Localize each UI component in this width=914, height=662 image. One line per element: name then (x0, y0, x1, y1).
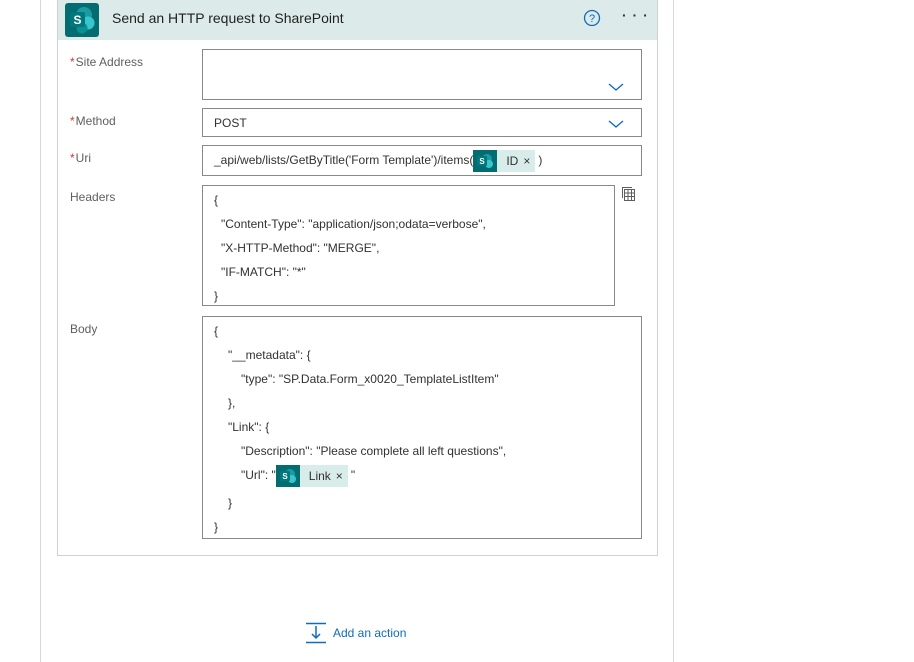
body-line: "__metadata": { (228, 348, 311, 362)
required-mark: * (70, 114, 75, 128)
body-input[interactable]: { "__metadata": { "type": "SP.Data.Form_… (202, 316, 642, 539)
body-line: "Url": " (241, 468, 276, 482)
add-action-label: Add an action (333, 626, 407, 640)
headers-input[interactable]: { "Content-Type": "application/json;odat… (202, 185, 615, 306)
body-line: }, (228, 396, 236, 410)
link-token[interactable]: S Link × (275, 464, 348, 487)
svg-text:S: S (480, 157, 486, 166)
body-line: "type": "SP.Data.Form_x0020_TemplateList… (241, 372, 499, 386)
body-label: Body (70, 322, 98, 336)
headers-line: } (214, 289, 219, 303)
canvas-left-border (40, 0, 41, 662)
svg-text:?: ? (589, 13, 595, 25)
headers-label: Headers (70, 190, 116, 204)
method-label-text: Method (75, 114, 116, 128)
body-line: { (214, 324, 219, 338)
site-address-dropdown[interactable] (202, 49, 642, 100)
canvas-right-border (673, 0, 674, 662)
uri-suffix: ) (538, 153, 543, 167)
sharepoint-icon: S (65, 3, 99, 37)
uri-label-text: Uri (75, 151, 91, 165)
headers-line: "X-HTTP-Method": "MERGE", (221, 241, 380, 255)
close-icon[interactable]: × (336, 465, 348, 487)
headers-line: { (214, 193, 219, 207)
site-address-label: *Site Address (70, 55, 143, 69)
headers-line: "IF-MATCH": "*" (221, 265, 306, 279)
close-icon[interactable]: × (523, 150, 535, 172)
body-url-line: "Url": " S Link × " (241, 464, 355, 487)
insert-step-icon (306, 622, 326, 644)
uri-prefix: _api/web/lists/GetByTitle('Form Template… (214, 153, 474, 167)
site-address-label-text: Site Address (75, 55, 144, 69)
question-circle-icon[interactable]: ? (583, 9, 601, 27)
sharepoint-icon: S (473, 149, 498, 172)
svg-text:S: S (73, 13, 81, 27)
method-label: *Method (70, 114, 116, 128)
chevron-down-icon[interactable] (608, 82, 624, 92)
sharepoint-icon: S (275, 464, 300, 487)
id-token-label: ID (506, 153, 519, 168)
action-title: Send an HTTP request to SharePoint (112, 10, 344, 26)
link-token-label: Link (308, 468, 331, 483)
id-token[interactable]: S ID × (473, 149, 536, 172)
required-mark: * (70, 55, 75, 69)
body-line: "Description": "Please complete all left… (241, 444, 507, 458)
required-mark: * (70, 151, 75, 165)
uri-value: _api/web/lists/GetByTitle('Form Template… (214, 149, 542, 172)
uri-input[interactable]: _api/web/lists/GetByTitle('Form Template… (202, 145, 642, 176)
table-view-icon[interactable] (621, 186, 637, 202)
body-line: "Link": { (228, 420, 270, 434)
method-value: POST (214, 116, 247, 130)
svg-text:S: S (282, 472, 288, 481)
uri-label: *Uri (70, 151, 91, 165)
action-card: S Send an HTTP request to SharePoint ? ·… (57, 0, 658, 556)
body-line: } (214, 520, 219, 534)
method-dropdown[interactable]: POST (202, 108, 642, 137)
headers-line: "Content-Type": "application/json;odata=… (221, 217, 486, 231)
body-line: } (228, 496, 233, 510)
chevron-down-icon[interactable] (608, 119, 624, 129)
action-card-header[interactable]: S Send an HTTP request to SharePoint ? ·… (58, 0, 657, 40)
body-url-suffix: " (350, 468, 356, 482)
more-options-icon[interactable]: · · · (622, 7, 649, 23)
